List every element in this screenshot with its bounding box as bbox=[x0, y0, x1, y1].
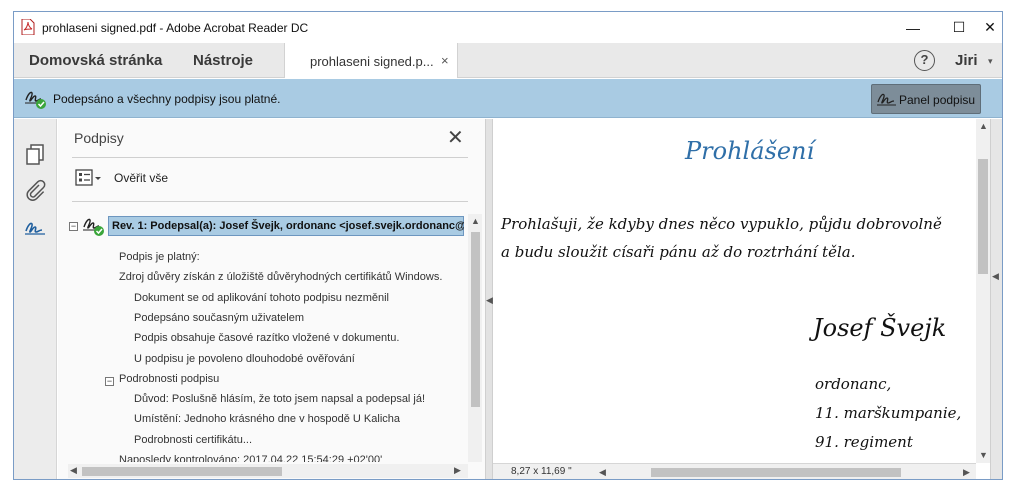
tree-item: Zdroj důvěry získán z úložiště důvěryhod… bbox=[119, 271, 443, 283]
right-tools-rail: ◀ bbox=[990, 119, 1002, 479]
scroll-left-icon[interactable]: ◀ bbox=[599, 467, 606, 478]
navigation-rail bbox=[14, 119, 57, 479]
scroll-right-icon[interactable]: ▶ bbox=[454, 465, 461, 476]
menu-bar: Domovská stránka Nástroje prohlaseni sig… bbox=[14, 43, 1002, 78]
verify-list-icon[interactable] bbox=[75, 169, 103, 187]
scroll-left-icon[interactable]: ◀ bbox=[70, 465, 77, 476]
scrollbar-thumb[interactable] bbox=[978, 159, 988, 274]
document-text-line: Prohlašuji, že kdyby dnes něco vypuklo, … bbox=[501, 215, 942, 233]
signature-status-text: Podepsáno a všechny podpisy jsou platné. bbox=[53, 92, 281, 106]
signer-name: Josef Švejk bbox=[813, 314, 947, 342]
signature-tree: − Rev. 1: Podepsal(a): Josef Švejk, ordo… bbox=[68, 214, 464, 462]
close-icon[interactable]: ✕ bbox=[447, 125, 464, 150]
minimize-button[interactable]: — bbox=[890, 12, 936, 43]
tree-item: Podepsáno současným uživatelem bbox=[134, 312, 304, 324]
pages-icon[interactable] bbox=[24, 143, 46, 165]
scrollbar-thumb[interactable] bbox=[471, 232, 480, 407]
signature-valid-icon bbox=[83, 218, 104, 236]
tree-item: Dokument se od aplikování tohoto podpisu… bbox=[134, 292, 389, 304]
panel-splitter[interactable]: ◀ bbox=[485, 119, 493, 479]
signatures-panel: Podpisy ✕ Ověřit vše − Rev. 1: Podepsal(… bbox=[58, 119, 485, 479]
acrobat-window: prohlaseni signed.pdf - Adobe Acrobat Re… bbox=[13, 11, 1003, 480]
pdf-file-icon bbox=[21, 19, 35, 35]
scrollbar-thumb[interactable] bbox=[82, 467, 282, 476]
tree-item-signature-details[interactable]: Podrobnosti podpisu bbox=[119, 373, 219, 385]
user-menu[interactable]: Jiri bbox=[955, 52, 978, 69]
close-tab-icon[interactable]: × bbox=[441, 53, 449, 68]
maximize-button[interactable]: ☐ bbox=[936, 12, 982, 43]
document-vertical-scrollbar[interactable]: ▲ ▼ bbox=[976, 119, 990, 463]
document-status-bar: 8,27 x 11,69 " ◀ ▶ bbox=[493, 463, 976, 479]
scroll-down-icon[interactable]: ▼ bbox=[979, 450, 988, 460]
title-bar: prohlaseni signed.pdf - Adobe Acrobat Re… bbox=[14, 12, 1002, 43]
signer-detail-line: 11. marškumpanie, bbox=[815, 404, 962, 422]
signature-panel-button-label: Panel podpisu bbox=[899, 93, 976, 107]
close-window-button[interactable]: ✕ bbox=[978, 12, 1002, 43]
signer-detail-line: ordonanc, bbox=[815, 375, 892, 393]
tree-item: Podpis obsahuje časové razítko vložené v… bbox=[134, 332, 400, 344]
panel-horizontal-scrollbar[interactable]: ◀ ▶ bbox=[68, 464, 468, 478]
document-tab[interactable]: prohlaseni signed.p... × bbox=[284, 43, 458, 78]
signature-valid-icon bbox=[25, 91, 46, 109]
tree-item: U podpisu je povoleno dlouhodobé ověřová… bbox=[134, 353, 355, 365]
collapse-panel-icon[interactable]: ◀ bbox=[486, 295, 493, 306]
document-title: Prohlášení bbox=[685, 137, 815, 165]
divider bbox=[72, 201, 468, 202]
verify-all-button[interactable]: Ověřit vše bbox=[114, 171, 168, 185]
tab-home[interactable]: Domovská stránka bbox=[29, 52, 162, 69]
help-icon[interactable]: ? bbox=[914, 50, 935, 71]
panel-title: Podpisy bbox=[74, 130, 124, 146]
panel-vertical-scrollbar[interactable]: ▲ bbox=[468, 214, 482, 462]
tree-item: Podpis je platný: bbox=[119, 251, 200, 263]
certificate-details-link[interactable]: Podrobnosti certifikátu... bbox=[134, 434, 252, 446]
tree-item: Důvod: Poslušně hlásím, že toto jsem nap… bbox=[134, 393, 426, 405]
revision-label: Rev. 1: Podepsal(a): Josef Švejk, ordona… bbox=[112, 220, 464, 232]
attachment-icon[interactable] bbox=[24, 179, 46, 201]
scrollbar-thumb[interactable] bbox=[651, 468, 901, 477]
scroll-right-icon[interactable]: ▶ bbox=[963, 467, 970, 478]
tree-item: Umístění: Jednoho krásného dne v hospodě… bbox=[134, 413, 400, 425]
signature-revision-row[interactable]: Rev. 1: Podepsal(a): Josef Švejk, ordona… bbox=[108, 216, 464, 236]
signer-detail-line: 91. regiment bbox=[815, 433, 913, 451]
page-size-label: 8,27 x 11,69 " bbox=[511, 466, 572, 477]
chevron-down-icon[interactable]: ▾ bbox=[988, 56, 993, 67]
window-title: prohlaseni signed.pdf - Adobe Acrobat Re… bbox=[42, 21, 309, 35]
divider bbox=[72, 157, 468, 158]
scroll-up-icon[interactable]: ▲ bbox=[471, 216, 480, 226]
scroll-up-icon[interactable]: ▲ bbox=[979, 121, 988, 131]
collapse-toggle[interactable]: − bbox=[69, 222, 78, 231]
signature-icon[interactable] bbox=[24, 217, 46, 239]
signature-panel-button[interactable]: Panel podpisu bbox=[871, 84, 981, 114]
tree-item: Naposledy kontrolováno: 2017.04.22 15:54… bbox=[119, 454, 383, 462]
signature-status-bar: Podepsáno a všechny podpisy jsou platné.… bbox=[14, 79, 1002, 118]
signature-icon bbox=[877, 93, 896, 106]
document-text-line: a budu sloužit císaři pánu až do roztrhá… bbox=[501, 243, 856, 261]
expand-tools-icon[interactable]: ◀ bbox=[992, 271, 999, 282]
collapse-toggle[interactable]: − bbox=[105, 377, 114, 386]
document-view: Prohlášení Prohlašuji, že kdyby dnes něc… bbox=[493, 119, 976, 463]
tab-tools[interactable]: Nástroje bbox=[193, 52, 253, 69]
document-tab-label: prohlaseni signed.p... bbox=[310, 54, 434, 69]
